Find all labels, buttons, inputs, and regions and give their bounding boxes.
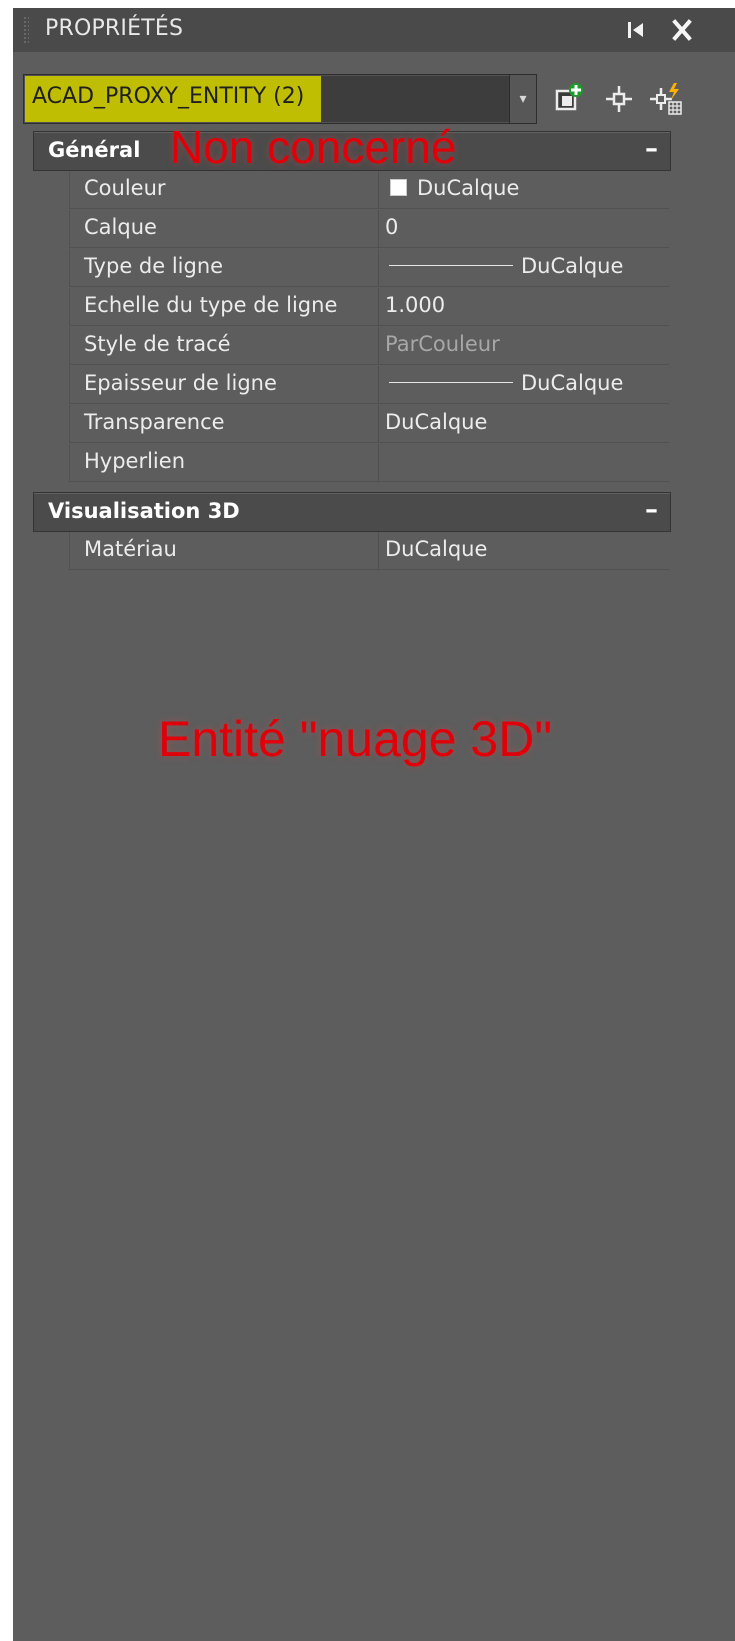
property-value: DuCalque <box>385 410 488 434</box>
annotation-entite-nuage-3d: Entité "nuage 3D" <box>158 711 553 767</box>
property-name: Style de tracé <box>84 332 231 356</box>
lineweight-sample <box>389 382 513 383</box>
pin-icon[interactable] <box>623 12 653 48</box>
linetype-sample <box>389 265 513 266</box>
close-icon[interactable] <box>667 12 697 48</box>
chevron-down-icon[interactable]: ▾ <box>509 75 536 123</box>
property-value: ParCouleur <box>385 332 500 356</box>
property-name: Echelle du type de ligne <box>84 293 338 317</box>
property-value: DuCalque <box>385 371 623 395</box>
property-row-couleur[interactable]: Couleur DuCalque <box>69 171 669 209</box>
property-row-echelle[interactable]: Echelle du type de ligne 1.000 <box>69 288 669 326</box>
property-row-hyperlien[interactable]: Hyperlien <box>69 444 669 482</box>
row-divider <box>378 327 379 365</box>
annotation-non-concerne: Non concerné <box>170 121 457 173</box>
property-row-materiau[interactable]: Matériau DuCalque <box>69 532 669 570</box>
selection-toolbar: ACAD_PROXY_ENTITY (2) ▾ <box>23 74 735 124</box>
linetype-value: DuCalque <box>521 254 624 278</box>
property-name: Transparence <box>84 410 225 434</box>
property-name: Couleur <box>84 176 166 200</box>
property-row-epaisseur[interactable]: Epaisseur de ligne DuCalque <box>69 366 669 404</box>
property-name: Type de ligne <box>84 254 224 278</box>
section-title: Général <box>48 138 141 162</box>
row-divider <box>378 405 379 443</box>
object-type-dropdown[interactable]: ACAD_PROXY_ENTITY (2) ▾ <box>23 74 537 124</box>
property-row-calque[interactable]: Calque 0 <box>69 210 669 248</box>
toggle-pickadd-icon[interactable] <box>647 80 685 118</box>
property-value: 1.000 <box>385 293 446 317</box>
palette-titlebar[interactable]: PROPRIÉTÉS <box>13 8 735 52</box>
row-divider <box>378 532 379 570</box>
lineweight-value: DuCalque <box>521 371 624 395</box>
object-type-label: ACAD_PROXY_ENTITY (2) <box>32 84 305 109</box>
property-name: Calque <box>84 215 157 239</box>
section-visualisation-3d[interactable]: Visualisation 3D – <box>33 492 671 532</box>
color-swatch <box>390 179 407 196</box>
drag-grip[interactable] <box>23 16 29 44</box>
property-name: Matériau <box>84 537 177 561</box>
property-name: Epaisseur de ligne <box>84 371 277 395</box>
property-row-type-de-ligne[interactable]: Type de ligne DuCalque <box>69 249 669 287</box>
row-divider <box>378 366 379 404</box>
property-value: 0 <box>385 215 399 239</box>
property-row-style-de-trace[interactable]: Style de tracé ParCouleur <box>69 327 669 365</box>
row-divider <box>378 288 379 326</box>
palette-title: PROPRIÉTÉS <box>45 16 184 41</box>
section-title: Visualisation 3D <box>48 499 240 523</box>
collapse-icon[interactable]: – <box>645 495 658 525</box>
select-objects-icon[interactable] <box>600 80 638 118</box>
collapse-icon[interactable]: – <box>645 134 658 164</box>
row-divider <box>378 210 379 248</box>
quick-select-icon[interactable] <box>550 80 588 118</box>
row-divider <box>378 444 379 482</box>
color-value: DuCalque <box>417 176 520 200</box>
property-name: Hyperlien <box>84 449 186 473</box>
row-divider <box>378 171 379 209</box>
row-divider <box>378 249 379 287</box>
property-value: DuCalque <box>385 537 488 561</box>
properties-palette: PROPRIÉTÉS ACAD_PROXY_ENTITY (2) ▾ Génér… <box>13 8 735 1641</box>
property-value: DuCalque <box>385 176 519 200</box>
property-value: DuCalque <box>385 254 623 278</box>
property-row-transparence[interactable]: Transparence DuCalque <box>69 405 669 443</box>
